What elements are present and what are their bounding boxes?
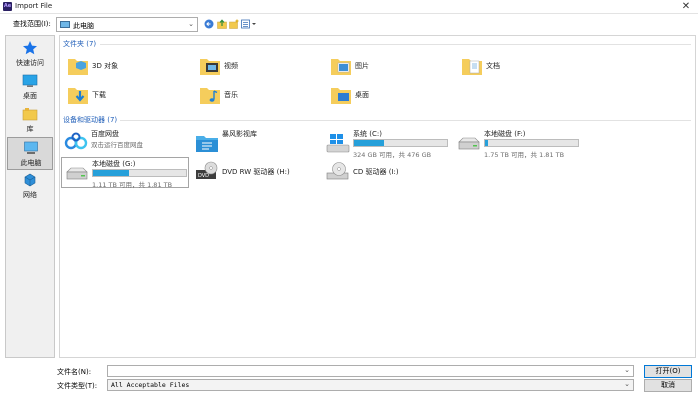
filetype-select[interactable]: All Acceptable Files ⌄ (107, 379, 634, 391)
look-in-value: 此电脑 (73, 22, 94, 30)
view-menu-icon[interactable] (241, 19, 257, 29)
device-local-disk-g[interactable]: 本地磁盘 (G:) 1.11 TB 可用，共 1.81 TB (61, 157, 189, 189)
folder-label: 视频 (224, 62, 238, 70)
folder-label: 文档 (486, 62, 500, 70)
folder-3d-objects[interactable]: 3D 对象 (63, 52, 183, 82)
drive-usage-fill (354, 140, 384, 146)
drive-usage-bar (353, 139, 448, 147)
device-name: 本地磁盘 (F:) (484, 130, 526, 138)
drive-usage-bar (484, 139, 579, 147)
filetype-label: 文件类型(T): (57, 382, 98, 390)
baidu-netdisk-icon (64, 132, 88, 150)
folder-label: 图片 (355, 62, 369, 70)
drive-size-text: 1.75 TB 可用，共 1.81 TB (484, 151, 565, 159)
new-folder-icon[interactable] (229, 19, 239, 29)
device-name: CD 驱动器 (I:) (353, 168, 399, 176)
title-bar: Ae Import File ✕ (0, 0, 698, 14)
places-sidebar: 快速访问 桌面 库 此电脑 网络 (5, 35, 55, 358)
filename-label: 文件名(N): (57, 368, 92, 376)
desktop-icon (22, 74, 38, 87)
chevron-down-icon[interactable]: ⌄ (624, 366, 630, 374)
group-header-devices[interactable]: 设备和驱动器 (7) (63, 115, 117, 125)
library-icon (22, 108, 38, 121)
group-divider (100, 44, 691, 45)
svg-text:DVD: DVD (198, 173, 209, 179)
sidebar-item-label: 快速访问 (16, 59, 44, 67)
computer-icon (24, 141, 38, 154)
folder-label: 音乐 (224, 91, 238, 99)
device-storm-library[interactable]: 暴风影视库 (192, 128, 320, 159)
cancel-button[interactable]: 取消 (644, 379, 692, 392)
desktop-folder-icon (331, 88, 351, 104)
device-cd-i[interactable]: CD 驱动器 (I:) (323, 157, 451, 188)
sidebar-item-label: 库 (26, 125, 34, 133)
hard-drive-icon (458, 137, 480, 150)
chevron-down-icon[interactable]: ⌄ (624, 380, 630, 388)
device-baidu-netdisk[interactable]: 百度网盘 双击运行百度网盘 (61, 128, 189, 159)
hard-drive-icon (66, 167, 88, 180)
folder-documents[interactable]: 文档 (457, 52, 577, 82)
dvd-drive-icon: DVD (196, 161, 218, 179)
close-icon[interactable]: ✕ (680, 0, 692, 14)
sidebar-item-label: 网络 (23, 191, 37, 199)
sidebar-item-desktop[interactable]: 桌面 (7, 71, 53, 104)
open-button[interactable]: 打开(O) (644, 365, 692, 378)
sidebar-item-label: 桌面 (23, 92, 37, 100)
sidebar-item-library[interactable]: 库 (7, 104, 53, 137)
device-system-c[interactable]: 系统 (C:) 324 GB 可用，共 476 GB (323, 128, 451, 159)
folder-pictures[interactable]: 图片 (326, 52, 446, 82)
sidebar-item-network[interactable]: 网络 (7, 170, 53, 203)
device-name: 暴风影视库 (222, 130, 257, 138)
folder-videos[interactable]: 视频 (195, 52, 315, 82)
group-divider (120, 120, 691, 121)
sidebar-item-this-pc[interactable]: 此电脑 (7, 137, 53, 170)
device-name: DVD RW 驱动器 (H:) (222, 168, 290, 176)
drive-usage-fill (93, 170, 130, 176)
star-icon (23, 41, 37, 55)
filetype-value: All Acceptable Files (111, 381, 190, 389)
sidebar-item-label: 此电脑 (20, 159, 42, 167)
sidebar-item-quick-access[interactable]: 快速访问 (7, 38, 53, 71)
filename-combo[interactable]: ⌄ (107, 365, 634, 377)
storm-library-icon (196, 136, 218, 152)
cd-drive-icon (326, 162, 349, 180)
network-icon (24, 173, 36, 187)
folder-music[interactable]: 音乐 (195, 81, 315, 111)
device-dvd-rw-h[interactable]: DVD DVD RW 驱动器 (H:) (192, 157, 320, 188)
file-selection-panel: 文件名(N): ⌄ 打开(O) 文件类型(T): All Acceptable … (0, 360, 698, 400)
pictures-folder-icon (331, 59, 351, 75)
group-header-folders[interactable]: 文件夹 (7) (63, 39, 96, 49)
drive-usage-fill (485, 140, 488, 146)
downloads-folder-icon (68, 88, 88, 104)
after-effects-app-icon: Ae (3, 2, 12, 11)
folder-label: 桌面 (355, 91, 369, 99)
documents-folder-icon (462, 59, 482, 75)
device-name: 百度网盘 (91, 130, 119, 138)
drive-size-text: 1.11 TB 可用，共 1.81 TB (92, 181, 173, 189)
device-name: 系统 (C:) (353, 130, 382, 138)
windows-drive-icon (326, 134, 350, 153)
folder-label: 3D 对象 (92, 62, 119, 70)
toolbar: 查找范围(I): 此电脑 ⌄ (0, 14, 698, 34)
window-title: Import File (15, 2, 53, 10)
computer-icon (60, 21, 70, 28)
device-local-disk-f[interactable]: 本地磁盘 (F:) 1.75 TB 可用，共 1.81 TB (454, 128, 582, 159)
folder-downloads[interactable]: 下载 (63, 81, 183, 111)
chevron-down-icon: ⌄ (188, 20, 194, 28)
look-in-dropdown[interactable]: 此电脑 ⌄ (56, 17, 198, 32)
drive-usage-bar (92, 169, 187, 177)
folder-desktop[interactable]: 桌面 (326, 81, 446, 111)
3d-objects-folder-icon (68, 59, 88, 75)
folder-label: 下载 (92, 91, 106, 99)
look-in-label: 查找范围(I): (13, 20, 51, 28)
up-folder-icon[interactable] (217, 19, 227, 29)
device-description: 双击运行百度网盘 (91, 141, 143, 149)
device-name: 本地磁盘 (G:) (92, 160, 136, 168)
back-icon[interactable] (204, 19, 214, 29)
file-list-pane: 文件夹 (7) 3D 对象 视频 图片 文档 下载 音乐 桌面 设备和驱动器 (… (59, 35, 696, 358)
music-folder-icon (200, 88, 220, 104)
videos-folder-icon (200, 59, 220, 75)
